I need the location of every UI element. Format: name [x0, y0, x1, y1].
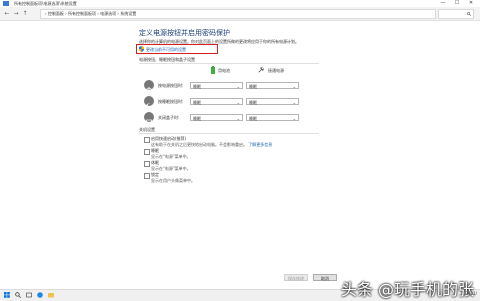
close-lid-battery-select[interactable]: 睡眠 ⌄ [190, 114, 243, 121]
power-icon [144, 80, 154, 94]
close-lid-battery-value: 睡眠 [193, 116, 201, 121]
chevron-down-icon: ⌄ [236, 100, 240, 105]
forward-arrow-icon[interactable]: → [12, 10, 20, 17]
up-arrow-icon[interactable]: ↑ [21, 10, 29, 17]
cancel-button[interactable]: 取消 [313, 274, 337, 281]
edge-browser-icon[interactable] [37, 292, 43, 298]
uac-shield-icon [139, 46, 144, 52]
sleep-button-battery-value: 睡眠 [193, 100, 201, 105]
task-view-icon[interactable] [26, 292, 32, 298]
search-icon[interactable] [15, 292, 21, 298]
window-title: 所有控制面板项\电源选项\系统设置 [14, 1, 77, 6]
save-changes-button[interactable]: 保存修改 [284, 274, 308, 281]
sleep-button-label: 按睡眠按钮时: [158, 99, 184, 104]
power-button-battery-value: 睡眠 [193, 84, 201, 89]
hibernate-checkbox[interactable] [144, 161, 150, 167]
windows-start-icon[interactable] [4, 292, 10, 298]
battery-icon [211, 66, 215, 74]
sleep-checkbox[interactable] [144, 149, 150, 155]
lock-option-desc: 显示在用户头像菜单中。 [151, 178, 195, 183]
plug-icon [258, 66, 264, 73]
address-bar: ← → ↑ › 控制面板 › 所有控制面板项 › 电源选项 › 系统设置 [0, 7, 480, 21]
close-lid-plugged-select[interactable]: 睡眠 ⌄ [246, 114, 299, 121]
title-bar: 所有控制面板项\电源选项\系统设置 — ☐ ✕ [0, 0, 480, 7]
power-button-plugged-select[interactable]: 睡眠 ⌄ [246, 82, 299, 89]
fast-startup-desc-text: 这有助于在关机之后更快地启动电脑。不会影响重启。 [151, 142, 247, 147]
section-divider [139, 133, 319, 134]
sleep-button-plugged-value: 睡眠 [249, 100, 257, 105]
chevron-down-icon: ⌄ [292, 84, 296, 89]
close-lid-label: 关闭盖子时: [158, 115, 180, 120]
sleep-button-battery-select[interactable]: 睡眠 ⌄ [190, 98, 243, 105]
fast-startup-checkbox[interactable] [144, 137, 150, 143]
battery-column-header: 用电池 [218, 68, 230, 73]
power-button-battery-select[interactable]: 睡眠 ⌄ [190, 82, 243, 89]
watermark: 头条 @玩手机的张 [340, 280, 474, 299]
power-button-label: 按电源按钮时: [158, 83, 184, 88]
chevron-down-icon: ⌄ [292, 100, 296, 105]
chevron-down-icon: ⌄ [236, 116, 240, 121]
lid-icon [144, 112, 154, 125]
chevron-down-icon: ⌄ [292, 116, 296, 121]
lock-checkbox[interactable] [144, 173, 150, 179]
taskbar-clock: 2021/ [465, 291, 477, 296]
close-button[interactable]: ✕ [464, 0, 478, 7]
file-explorer-icon[interactable] [48, 292, 54, 298]
search-icon [467, 12, 471, 16]
plugged-column-header: 接通电源 [268, 68, 284, 73]
chevron-down-icon: ⌄ [236, 84, 240, 89]
close-lid-plugged-value: 睡眠 [249, 116, 257, 121]
back-arrow-icon[interactable]: ← [3, 10, 11, 17]
minimize-button[interactable]: — [436, 0, 450, 7]
sleep-button-plugged-select[interactable]: 睡眠 ⌄ [246, 98, 299, 105]
control-panel-icon [3, 1, 9, 6]
address-path[interactable]: › 控制面板 › 所有控制面板项 › 电源选项 › 系统设置 [40, 9, 436, 19]
page-title: 定义电源按钮并启用密码保护 [139, 29, 230, 37]
section-divider [139, 63, 319, 64]
change-unavailable-settings-link[interactable]: 更改当前不可用的设置 [136, 44, 218, 54]
moon-icon [144, 96, 154, 110]
fast-startup-desc: 这有助于在关机之后更快地启动电脑。不会影响重启。 了解更多信息 [151, 142, 272, 148]
learn-more-link[interactable]: 了解更多信息 [248, 142, 272, 147]
maximize-button[interactable]: ☐ [450, 0, 464, 7]
search-input[interactable] [438, 9, 474, 19]
power-button-plugged-value: 睡眠 [249, 84, 257, 89]
change-link-label: 更改当前不可用的设置 [146, 47, 186, 52]
